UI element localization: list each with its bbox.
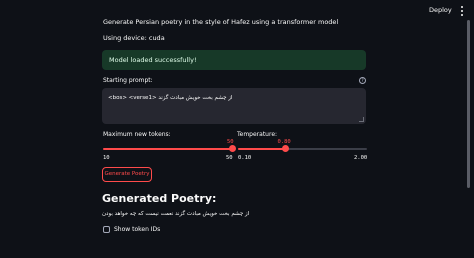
success-message: Model loaded successfully! <box>109 56 197 64</box>
resize-handle-icon[interactable] <box>359 117 364 122</box>
temperature-min: 0.10 <box>238 155 252 161</box>
temperature-thumb[interactable] <box>281 145 289 152</box>
output-heading: Generated Poetry: <box>102 192 217 205</box>
show-token-ids-label[interactable]: Show token IDs <box>114 226 160 233</box>
scrollbar[interactable] <box>467 20 470 188</box>
max-tokens-track[interactable] <box>103 148 232 150</box>
show-token-ids-checkbox[interactable] <box>103 226 110 233</box>
app-description: Generate Persian poetry in the style of … <box>103 18 339 26</box>
temperature-max: 2.00 <box>354 155 368 161</box>
max-tokens-label: Maximum new tokens: <box>103 131 171 138</box>
kebab-menu-icon[interactable] <box>459 5 465 17</box>
temperature-fill <box>238 148 286 150</box>
temperature-label: Temperature: <box>237 131 278 138</box>
generate-button[interactable]: Generate Poetry <box>102 167 152 182</box>
success-alert: Model loaded successfully! <box>102 50 366 70</box>
generated-poetry-text: از چشم بخت خویش مبادت گزند نعمت نیست که … <box>102 211 250 217</box>
help-icon[interactable]: ? <box>359 77 366 84</box>
max-tokens-min: 10 <box>103 155 110 161</box>
prompt-textarea[interactable]: <bos> <verse1> از چشم بخت خویش مبادت گزن… <box>102 88 366 124</box>
prompt-label: Starting prompt: <box>103 77 153 84</box>
deploy-button[interactable]: Deploy <box>429 6 452 14</box>
prompt-prefix: <bos> <verse1> <box>108 95 157 101</box>
prompt-text: از چشم بخت خویش مبادت گزند <box>158 95 233 101</box>
max-tokens-thumb[interactable] <box>228 145 236 152</box>
max-tokens-max: 50 <box>226 155 233 161</box>
device-info: Using device: cuda <box>103 34 165 42</box>
